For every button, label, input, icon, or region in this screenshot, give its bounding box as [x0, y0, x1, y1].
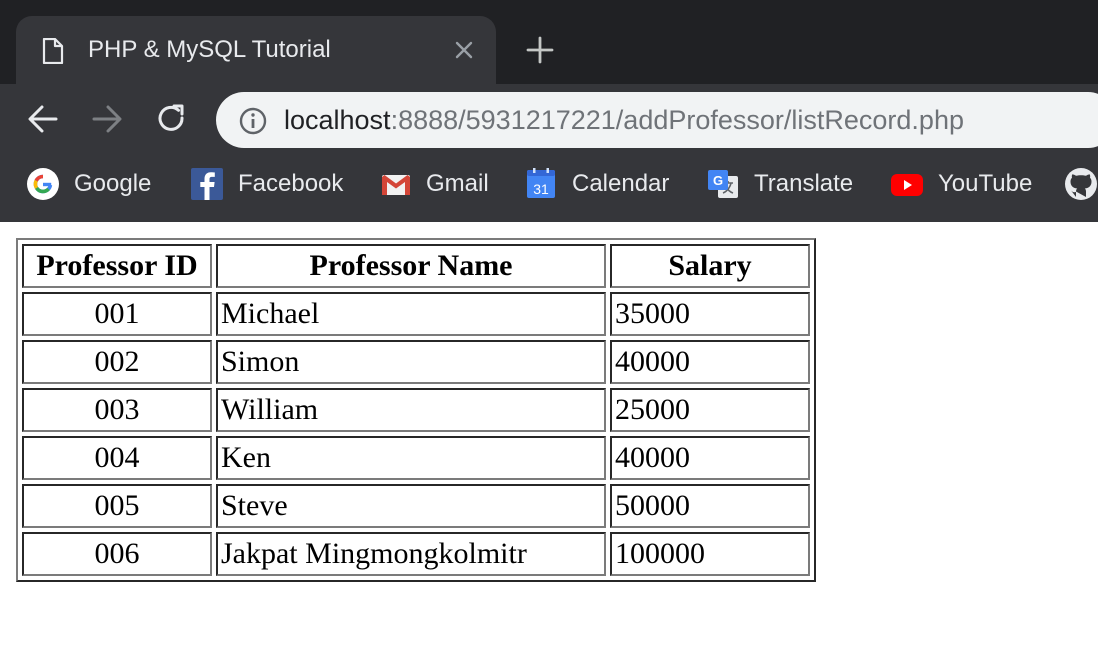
header-professor-id: Professor ID: [22, 244, 212, 288]
new-tab-plus-icon[interactable]: [524, 34, 556, 66]
translate-icon: G: [708, 170, 738, 198]
bookmarks-bar: Google Facebook Gmail 31 Calendar G Tran…: [0, 160, 1098, 208]
address-bar[interactable]: localhost:8888/5931217221/addProfessor/l…: [216, 92, 1098, 148]
forward-arrow-icon[interactable]: [90, 102, 124, 136]
cell-professor-name: Ken: [216, 436, 606, 480]
url-host: localhost: [284, 105, 391, 135]
table-row: 005 Steve 50000: [22, 484, 810, 528]
table-row: 001 Michael 35000: [22, 292, 810, 336]
bookmark-label: Facebook: [238, 170, 344, 197]
back-arrow-icon[interactable]: [26, 102, 60, 136]
table-header-row: Professor ID Professor Name Salary: [22, 244, 810, 288]
bookmark-label: Google: [74, 170, 152, 197]
table-row: 003 William 25000: [22, 388, 810, 432]
bookmark-github[interactable]: [1064, 160, 1098, 208]
facebook-icon: [191, 168, 223, 200]
cell-professor-id: 004: [22, 436, 212, 480]
calendar-icon: 31: [527, 168, 555, 198]
bookmark-gmail[interactable]: Gmail: [380, 160, 489, 208]
tab-strip: PHP & MySQL Tutorial: [0, 0, 1098, 84]
github-icon: [1065, 168, 1097, 200]
active-tab[interactable]: PHP & MySQL Tutorial: [16, 16, 496, 84]
professor-table: Professor ID Professor Name Salary 001 M…: [16, 238, 816, 582]
cell-professor-name: Jakpat Mingmongkolmitr: [216, 532, 606, 576]
cell-salary: 40000: [610, 340, 810, 384]
bookmark-facebook[interactable]: Facebook: [190, 160, 343, 208]
gmail-icon: [382, 175, 410, 195]
bookmark-label: Gmail: [426, 170, 489, 197]
bookmark-label: Translate: [754, 170, 854, 197]
url-path: :8888/5931217221/addProfessor/listRecord…: [390, 105, 964, 135]
svg-text:G: G: [713, 173, 723, 188]
header-salary: Salary: [610, 244, 810, 288]
table-row: 002 Simon 40000: [22, 340, 810, 384]
cell-professor-name: Simon: [216, 340, 606, 384]
table-row: 006 Jakpat Mingmongkolmitr 100000: [22, 532, 810, 576]
cell-professor-id: 003: [22, 388, 212, 432]
bookmark-youtube[interactable]: YouTube: [890, 160, 1032, 208]
cell-salary: 35000: [610, 292, 810, 336]
cell-salary: 25000: [610, 388, 810, 432]
bookmark-label: Calendar: [572, 170, 670, 197]
bookmark-calendar[interactable]: 31 Calendar: [524, 160, 669, 208]
close-icon[interactable]: [452, 38, 476, 62]
cell-professor-id: 006: [22, 532, 212, 576]
url-text[interactable]: localhost:8888/5931217221/addProfessor/l…: [284, 104, 964, 136]
info-icon[interactable]: [238, 106, 268, 136]
tab-title: PHP & MySQL Tutorial: [88, 36, 331, 63]
cell-professor-name: William: [216, 388, 606, 432]
cell-salary: 100000: [610, 532, 810, 576]
youtube-icon: [891, 174, 923, 196]
cell-salary: 40000: [610, 436, 810, 480]
reload-icon[interactable]: [155, 102, 189, 136]
cell-professor-id: 001: [22, 292, 212, 336]
header-professor-name: Professor Name: [216, 244, 606, 288]
cell-professor-name: Michael: [216, 292, 606, 336]
cell-professor-id: 005: [22, 484, 212, 528]
document-icon: [42, 38, 64, 64]
browser-chrome: PHP & MySQL Tutorial localhost:8888/5931…: [0, 0, 1098, 222]
google-icon: [27, 168, 59, 200]
page-content: Professor ID Professor Name Salary 001 M…: [0, 222, 1098, 646]
cell-professor-name: Steve: [216, 484, 606, 528]
bookmark-translate[interactable]: G Translate: [706, 160, 853, 208]
bookmark-label: YouTube: [938, 170, 1033, 197]
cell-salary: 50000: [610, 484, 810, 528]
cell-professor-id: 002: [22, 340, 212, 384]
calendar-icon-day: 31: [533, 181, 549, 197]
bookmark-google[interactable]: Google: [26, 160, 151, 208]
table-row: 004 Ken 40000: [22, 436, 810, 480]
